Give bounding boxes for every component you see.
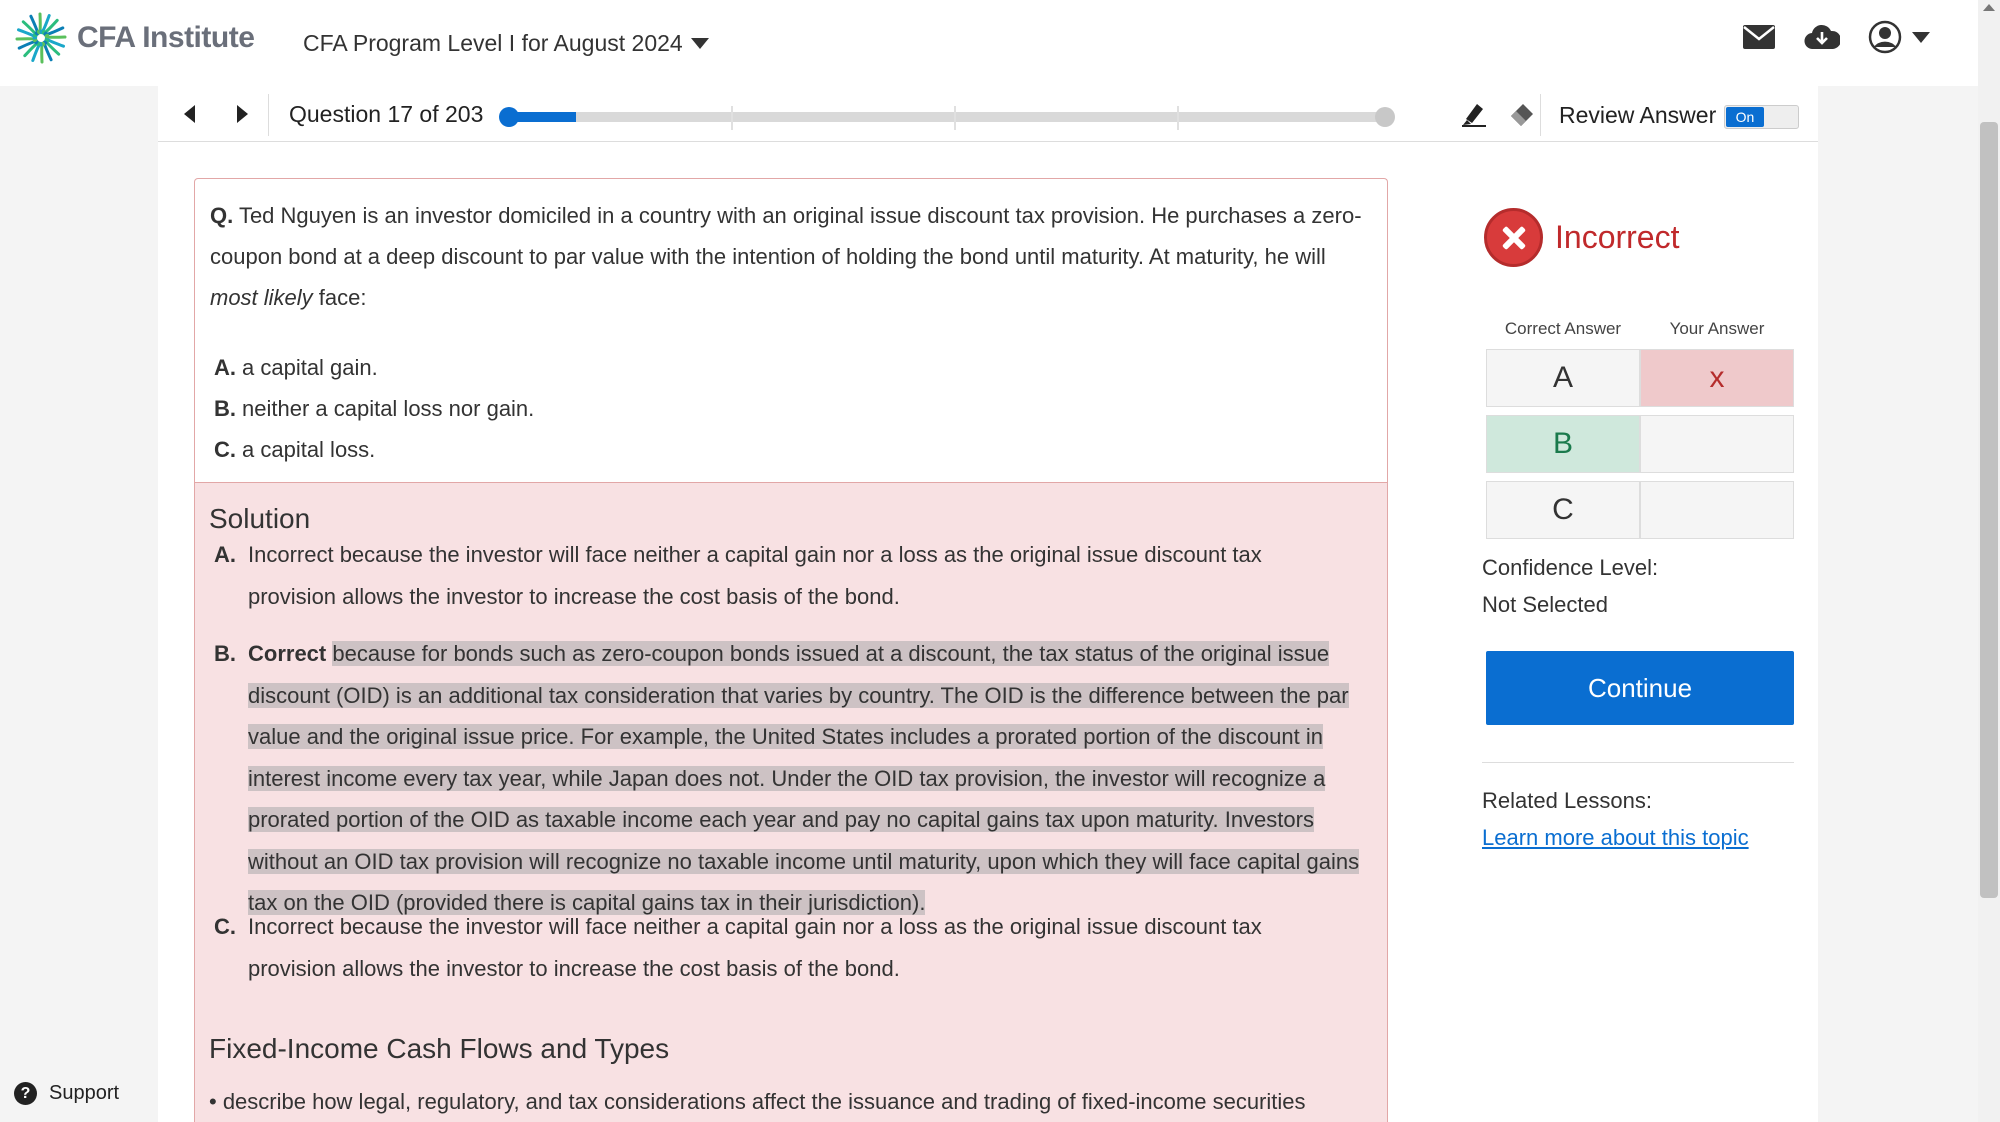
question-text: Q. Ted Nguyen is an investor domiciled i…: [210, 195, 1370, 318]
question-stem-end: face:: [312, 285, 367, 310]
continue-button[interactable]: Continue: [1486, 651, 1794, 725]
option-b[interactable]: B. neither a capital loss nor gain.: [214, 388, 534, 429]
cfa-logo[interactable]: CFA Institute: [15, 12, 255, 64]
option-text: a capital loss.: [242, 437, 376, 462]
help-question-icon: ?: [14, 1082, 37, 1105]
eraser-icon[interactable]: [1508, 100, 1536, 133]
option-a[interactable]: A. a capital gain.: [214, 347, 534, 388]
topic-learning-outcome: • describe how legal, regulatory, and ta…: [209, 1089, 1306, 1114]
question-box: Q. Ted Nguyen is an investor domiciled i…: [194, 178, 1388, 482]
related-lessons-label: Related Lessons:: [1482, 788, 1652, 813]
solution-text: Incorrect because the investor will face…: [248, 914, 1262, 981]
arrow-right-icon: [237, 105, 248, 123]
question-toolbar: Question 17 of 203 Review Answer On: [158, 86, 1818, 142]
option-letter: A.: [214, 355, 236, 380]
answer-cell-yours-b: [1640, 415, 1794, 473]
question-stem-start: Ted Nguyen is an investor domiciled in a…: [210, 203, 1362, 269]
divider: [268, 94, 269, 136]
answer-cell-correct-b: B: [1486, 415, 1640, 473]
result-label: Incorrect: [1555, 219, 1680, 255]
user-account-icon[interactable]: [1868, 20, 1930, 54]
solution-panel: Solution A. Incorrect because the invest…: [194, 482, 1388, 1122]
divider: [1482, 762, 1794, 763]
divider: [1540, 94, 1541, 136]
mail-icon[interactable]: [1742, 24, 1776, 50]
progress-end-handle[interactable]: [1375, 107, 1395, 127]
arrow-left-icon: [184, 105, 195, 123]
solution-text: Incorrect because the investor will face…: [248, 542, 1262, 609]
confidence-label: Confidence Level:: [1482, 555, 1659, 580]
option-text: neither a capital loss nor gain.: [242, 396, 535, 421]
option-text: a capital gain.: [242, 355, 378, 380]
cfa-logo-mark-icon: [15, 12, 67, 64]
next-question-button[interactable]: [231, 103, 253, 125]
progress-tick: [954, 106, 956, 130]
option-letter: B.: [214, 396, 236, 421]
highlighted-text[interactable]: because for bonds such as zero-coupon bo…: [248, 641, 1360, 915]
incorrect-x-icon: [1484, 208, 1543, 267]
question-prefix: Q.: [210, 203, 234, 228]
learn-more-link[interactable]: Learn more about this topic: [1482, 825, 1749, 850]
answer-options: A. a capital gain. B. neither a capital lo…: [214, 347, 534, 470]
question-counter: Question 17 of 203: [289, 101, 484, 127]
chevron-down-icon: [690, 38, 709, 49]
solution-letter: C.: [214, 914, 236, 939]
question-progress-slider[interactable]: [499, 106, 1395, 130]
answer-cell-correct-c: C: [1486, 481, 1640, 539]
result-status: Incorrect: [1484, 208, 1679, 267]
solution-letter: A.: [214, 542, 236, 567]
answer-cell-yours-c: [1640, 481, 1794, 539]
highlighter-icon[interactable]: [1460, 100, 1488, 133]
option-letter: C.: [214, 437, 236, 462]
scrollbar-thumb[interactable]: [1980, 122, 1998, 898]
logo-text: CFA Institute: [77, 21, 255, 54]
progress-handle[interactable]: [499, 107, 519, 127]
answer-cell-yours-a: x: [1640, 349, 1794, 407]
top-bar: CFA Institute CFA Program Level I for Au…: [0, 0, 1980, 86]
answer-cell-correct-a: A: [1486, 349, 1640, 407]
confidence-value: Not Selected: [1482, 592, 1608, 617]
program-selector[interactable]: CFA Program Level I for August 2024: [303, 30, 709, 57]
previous-question-button[interactable]: [180, 103, 202, 125]
cloud-download-icon[interactable]: [1804, 23, 1840, 51]
correct-label: Correct: [248, 641, 327, 666]
review-answer-toggle[interactable]: On: [1724, 105, 1799, 129]
support-button[interactable]: ? Support: [14, 1082, 119, 1105]
correct-answer-header: Correct Answer: [1504, 319, 1622, 338]
your-answer-header: Your Answer: [1669, 319, 1765, 338]
progress-tick: [731, 106, 733, 130]
solution-text-b: Correct because for bonds such as zero-c…: [248, 633, 1373, 924]
solution-title: Solution: [209, 503, 311, 534]
related-lessons: Related Lessons: Learn more about this t…: [1482, 782, 1749, 856]
review-answer-label: Review Answer: [1559, 102, 1717, 128]
option-c[interactable]: C. a capital loss.: [214, 429, 534, 470]
question-emphasis: most likely: [210, 285, 313, 310]
toggle-on-label: On: [1726, 107, 1764, 127]
confidence-section: Confidence Level: Not Selected: [1482, 549, 1658, 623]
program-label: CFA Program Level I for August 2024: [303, 30, 683, 56]
progress-tick: [1177, 106, 1179, 130]
scroll-up-arrow-icon[interactable]: [1983, 4, 1995, 11]
progress-track: [501, 112, 1391, 122]
support-label: Support: [49, 1082, 120, 1104]
solution-letter: B.: [214, 641, 236, 666]
chevron-down-icon: [1912, 31, 1930, 43]
topic-title: Fixed-Income Cash Flows and Types: [209, 1033, 670, 1064]
